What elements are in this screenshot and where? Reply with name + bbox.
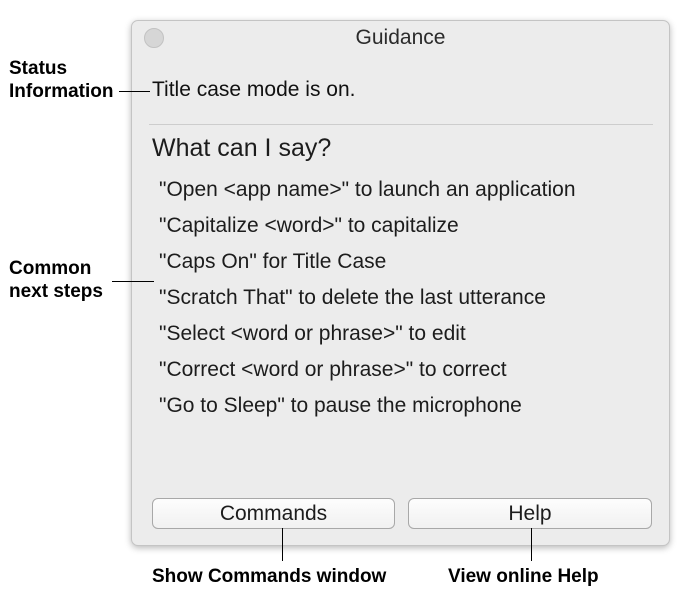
divider (149, 124, 653, 125)
steps-callout-line (112, 281, 154, 282)
status-information-callout: Status Information (9, 57, 114, 103)
commands-button[interactable]: Commands (152, 498, 395, 529)
status-callout-line (119, 91, 150, 92)
help-caption: View online Help (448, 566, 599, 587)
common-next-steps-callout: Common next steps (9, 257, 103, 303)
list-item: "Scratch That" to delete the last uttera… (159, 286, 546, 309)
list-item: "Select <word or phrase>" to edit (159, 322, 466, 345)
commands-caption: Show Commands window (152, 566, 387, 587)
callout-label: next steps (9, 281, 103, 302)
window-title: Guidance (355, 26, 446, 49)
help-button[interactable]: Help (408, 498, 652, 529)
callout-label: Common (9, 258, 92, 279)
list-item: "Correct <word or phrase>" to correct (159, 358, 507, 381)
next-steps-list: "Open <app name>" to launch an applicati… (159, 177, 576, 429)
screenshot-stage: Guidance Title case mode is on. What can… (0, 0, 700, 600)
guidance-window: Guidance Title case mode is on. What can… (131, 20, 670, 546)
status-text: Title case mode is on. (152, 78, 356, 101)
callout-label: Information (9, 81, 114, 102)
list-item: "Capitalize <word>" to capitalize (159, 214, 459, 237)
help-callout-line (531, 528, 532, 561)
list-item: "Caps On" for Title Case (159, 250, 387, 273)
list-item: "Go to Sleep" to pause the microphone (159, 394, 522, 417)
section-heading: What can I say? (152, 134, 332, 162)
commands-callout-line (282, 528, 283, 561)
list-item: "Open <app name>" to launch an applicati… (159, 178, 576, 201)
callout-label: Status (9, 58, 68, 79)
